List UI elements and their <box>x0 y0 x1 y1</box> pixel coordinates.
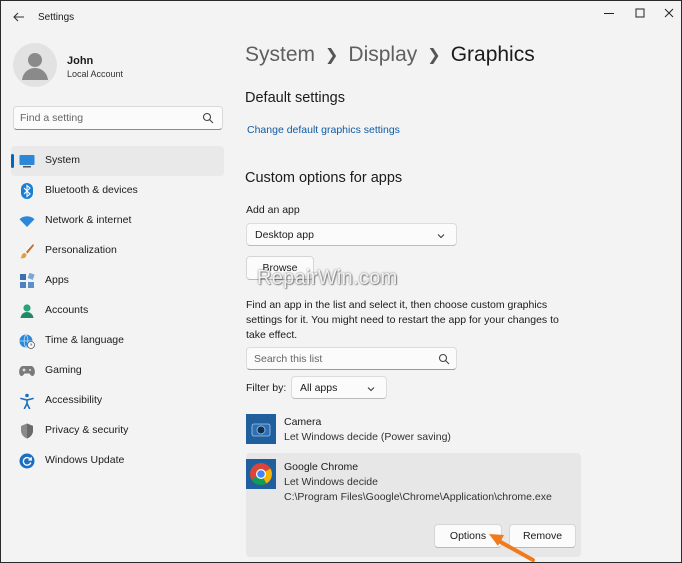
app-type-dropdown[interactable]: Desktop app <box>246 223 457 246</box>
annotation-arrow-icon <box>489 534 535 562</box>
sidebar-item-bluetooth[interactable]: Bluetooth & devices <box>11 176 224 206</box>
back-arrow-icon <box>13 12 24 22</box>
sidebar-item-accessibility[interactable]: Accessibility <box>11 386 224 416</box>
default-settings-title: Default settings <box>245 90 345 106</box>
filter-value: All apps <box>300 382 338 394</box>
settings-search-input[interactable] <box>20 110 200 126</box>
avatar <box>13 43 57 87</box>
chevron-down-icon <box>437 234 445 239</box>
app-list-search[interactable] <box>246 347 457 370</box>
sidebar-item-label: Accounts <box>45 304 89 316</box>
app-name: Google Chrome <box>284 461 359 473</box>
custom-options-title: Custom options for apps <box>245 170 403 186</box>
shield-icon <box>19 423 35 439</box>
sidebar-item-label: Accessibility <box>45 394 103 406</box>
minimize-button[interactable] <box>597 5 621 21</box>
minimize-icon <box>604 13 614 14</box>
app-path: C:\Program Files\Google\Chrome\Applicati… <box>284 491 552 503</box>
close-icon <box>664 8 674 18</box>
change-default-graphics-link[interactable]: Change default graphics settings <box>247 124 400 136</box>
breadcrumb-chevron-icon: ❯ <box>325 47 339 64</box>
bluetooth-icon <box>19 183 35 199</box>
app-graphics-setting: Let Windows decide (Power saving) <box>284 431 451 443</box>
sidebar-item-label: Time & language <box>45 334 124 346</box>
back-button[interactable] <box>11 9 27 25</box>
sidebar-item-personalization[interactable]: Personalization <box>11 236 224 266</box>
sidebar-item-label: Bluetooth & devices <box>45 184 138 196</box>
sidebar-item-label: Gaming <box>45 364 82 376</box>
globe-clock-icon <box>19 333 35 349</box>
gamepad-icon <box>19 363 35 379</box>
user-profile[interactable]: John Local Account <box>13 43 223 89</box>
breadcrumb: System ❯ Display ❯ Graphics <box>245 43 535 67</box>
app-graphics-setting: Let Windows decide <box>284 476 378 488</box>
breadcrumb-display[interactable]: Display <box>348 43 417 67</box>
sidebar-nav: System Bluetooth & devices Network & int… <box>11 146 224 476</box>
sidebar-item-windows-update[interactable]: Windows Update <box>11 446 224 476</box>
sidebar-item-system[interactable]: System <box>11 146 224 176</box>
sidebar-item-label: Windows Update <box>45 454 125 466</box>
apps-icon <box>19 273 35 289</box>
chevron-down-icon <box>367 387 375 392</box>
app-list-search-input[interactable] <box>254 351 434 367</box>
camera-app-icon <box>246 414 276 444</box>
app-type-value: Desktop app <box>255 229 314 241</box>
update-icon <box>19 453 35 469</box>
add-app-label: Add an app <box>246 204 300 216</box>
maximize-button[interactable] <box>628 5 652 21</box>
filter-label: Filter by: <box>246 382 287 394</box>
wifi-icon <box>19 213 35 229</box>
sidebar-item-label: Personalization <box>45 244 117 256</box>
chrome-app-icon <box>246 459 276 489</box>
brush-icon <box>19 243 35 259</box>
sidebar-item-network[interactable]: Network & internet <box>11 206 224 236</box>
system-icon <box>19 153 35 169</box>
settings-search[interactable] <box>13 106 223 130</box>
app-name: Camera <box>284 416 322 428</box>
breadcrumb-chevron-icon: ❯ <box>427 47 441 64</box>
active-indicator <box>11 154 14 168</box>
search-icon <box>438 353 450 365</box>
filter-dropdown[interactable]: All apps <box>291 376 387 399</box>
search-icon <box>202 112 214 124</box>
app-list-item-camera[interactable]: Camera Let Windows decide (Power saving) <box>246 411 581 449</box>
sidebar-item-label: Apps <box>45 274 69 286</box>
close-button[interactable] <box>657 5 681 21</box>
app-title: Settings <box>38 12 75 23</box>
sidebar-item-apps[interactable]: Apps <box>11 266 224 296</box>
browse-button[interactable]: Browse <box>246 256 314 280</box>
breadcrumb-graphics: Graphics <box>450 43 535 66</box>
maximize-icon <box>635 8 645 18</box>
sidebar-item-label: Network & internet <box>45 214 132 226</box>
custom-options-description: Find an app in the list and select it, t… <box>246 299 559 341</box>
sidebar-item-label: Privacy & security <box>45 424 129 436</box>
sidebar-item-label: System <box>45 154 81 166</box>
sidebar-item-time-language[interactable]: Time & language <box>11 326 224 356</box>
accessibility-icon <box>19 393 35 409</box>
user-avatar-icon <box>22 53 48 80</box>
sidebar-item-accounts[interactable]: Accounts <box>11 296 224 326</box>
user-name: John <box>67 55 94 67</box>
title-bar: Settings <box>1 1 681 33</box>
accounts-icon <box>19 303 35 319</box>
account-type: Local Account <box>67 69 124 79</box>
breadcrumb-system[interactable]: System <box>245 43 315 67</box>
sidebar-item-gaming[interactable]: Gaming <box>11 356 224 386</box>
settings-window: Settings John Local Account Find a setti… <box>0 0 682 563</box>
sidebar-item-privacy[interactable]: Privacy & security <box>11 416 224 446</box>
